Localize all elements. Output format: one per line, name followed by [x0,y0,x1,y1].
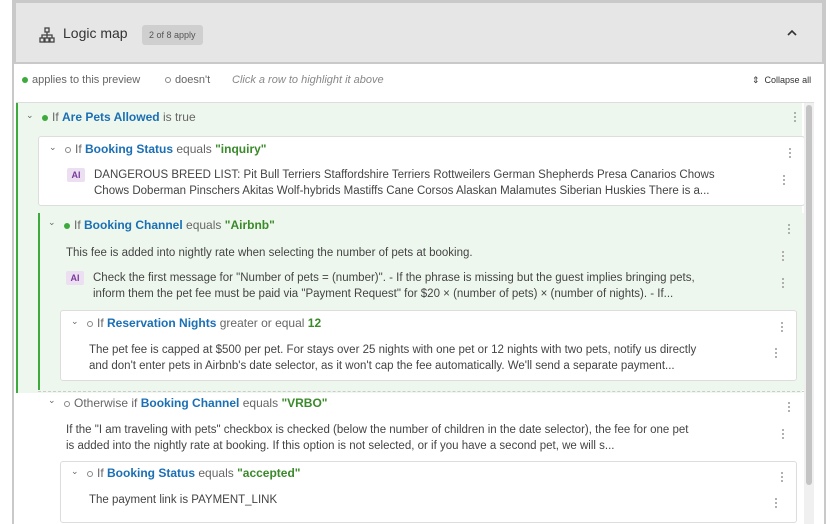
applies-dot-icon [42,114,48,121]
more-menu-icon[interactable] [781,322,785,334]
more-menu-icon[interactable] [783,175,787,187]
rule-ai-text: DANGEROUS BREED LIST: Pit Bull Terriers … [94,169,715,181]
rule-condition: If Reservation Nights greater or equal 1… [87,316,321,330]
rule-node-inquiry[interactable]: ⌄ If Booking Status equals "inquiry" AI … [38,136,805,206]
more-menu-icon[interactable] [788,224,792,236]
rule-text: The payment link is PAYMENT_LINK [89,494,278,506]
rule-ai-text: inform them the pet fee must be paid via… [93,288,674,300]
apply-count-badge: 2 of 8 apply [142,25,203,45]
legend-doesnt: doesn't [165,74,210,86]
applies-dot-icon [22,77,28,84]
legend-hint: Click a row to highlight it above [232,74,384,86]
chevron-down-icon[interactable]: ⌄ [71,466,79,477]
rule-text: If the "I am traveling with pets" checkb… [66,424,689,436]
rule-condition: If Booking Channel equals "Airbnb" [64,218,275,232]
rule-text: This fee is added into nightly rate when… [66,247,473,259]
rule-text: is added into the nightly rate at bookin… [66,440,615,452]
rule-text: and don't enter pets in Airbnb's date se… [89,360,675,372]
ai-badge: AI [66,271,84,285]
more-menu-icon[interactable] [782,278,786,290]
chevron-down-icon[interactable]: ⌄ [26,110,34,121]
chevron-down-icon[interactable]: ⌄ [48,395,56,406]
scrollbar[interactable] [804,103,814,524]
rule-condition: If Booking Status equals "accepted" [87,466,301,480]
rule-ai-text: Chows Doberman Pinschers Akitas Wolf-hyb… [94,185,710,197]
scrollbar-thumb[interactable] [806,105,812,485]
more-menu-icon[interactable] [782,251,786,263]
rule-condition: Otherwise if Booking Channel equals "VRB… [64,396,328,410]
more-menu-icon[interactable] [781,472,785,484]
doesnt-dot-icon [87,320,93,327]
more-menu-icon[interactable] [789,148,793,160]
chevron-down-icon[interactable]: ⌄ [49,142,57,153]
more-menu-icon[interactable] [775,348,779,360]
logic-map-header[interactable]: Logic map 2 of 8 apply [14,0,824,64]
rule-condition: If Booking Status equals "inquiry" [65,142,266,156]
applies-dot-icon [64,222,70,229]
more-menu-icon[interactable] [788,402,792,414]
rule-ai-text: Check the first message for "Number of p… [93,272,695,284]
collapse-icon: ⇕ [752,75,760,85]
collapse-all-button[interactable]: ⇕ Collapse all [752,75,811,86]
rule-node-airbnb[interactable]: ⌄ If Booking Channel equals "Airbnb" Thi… [38,213,805,390]
doesnt-dot-icon [65,146,71,153]
more-menu-icon[interactable] [782,429,786,441]
logic-tree: ⌄ If Are Pets Allowed is true ⌄ If Booki… [16,102,814,524]
rule-condition: If Are Pets Allowed is true [42,110,196,124]
more-menu-icon[interactable] [794,112,798,124]
chevron-down-icon[interactable]: ⌄ [71,316,79,327]
ai-badge: AI [67,168,85,182]
sitemap-icon [39,27,55,43]
chevron-down-icon[interactable]: ⌄ [48,217,56,228]
chevron-up-icon[interactable] [784,25,800,41]
doesnt-dot-icon [87,470,93,477]
rule-node-accepted[interactable]: ⌄ If Booking Status equals "accepted" Th… [60,461,797,523]
logic-map-title: Logic map [63,25,128,41]
legend-applies: applies to this preview [22,74,140,86]
rule-node-vrbo[interactable]: ⌄ Otherwise if Booking Channel equals "V… [38,393,805,524]
rule-text: The pet fee is capped at $500 per pet. F… [89,344,697,356]
doesnt-dot-icon [64,400,70,407]
logic-map-panel: Logic map 2 of 8 apply applies to this p… [12,0,826,524]
rule-node-reservation-nights[interactable]: ⌄ If Reservation Nights greater or equal… [60,310,797,381]
doesnt-dot-icon [165,77,171,84]
more-menu-icon[interactable] [775,498,779,510]
